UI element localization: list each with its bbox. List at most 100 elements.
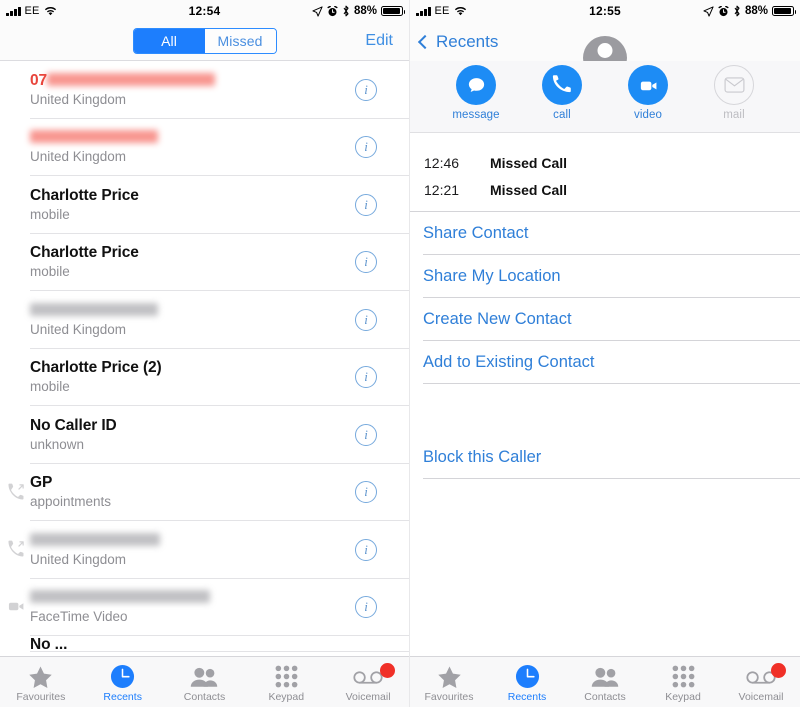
action-label: mail	[723, 109, 745, 121]
recent-call-title	[30, 588, 355, 607]
recent-call-row[interactable]: Charlotte Price mobile i	[0, 176, 409, 234]
recent-call-title: 07	[30, 71, 355, 90]
tab-label: Favourites	[16, 690, 66, 703]
recent-call-text: United Kingdom	[30, 301, 355, 339]
recent-call-text: United Kingdom	[30, 531, 355, 569]
recent-call-row[interactable]: United Kingdom i	[0, 521, 409, 579]
info-circle-icon[interactable]: i	[355, 538, 377, 561]
recents-list-screen: EE 12:54 88% All Missed Edit 07 United K…	[0, 0, 410, 707]
recent-call-row[interactable]: No Caller ID unknown i	[0, 406, 409, 464]
action-label: call	[553, 109, 571, 121]
action-message[interactable]: message	[447, 65, 505, 121]
link-share-contact[interactable]: Share Contact	[410, 212, 800, 255]
tab-bar-right[interactable]: Favourites Recents Contacts Keypad Voicemail	[410, 656, 800, 707]
recent-call-title: No Caller ID	[30, 416, 117, 434]
tab-favourites[interactable]: Favourites	[410, 662, 488, 703]
tab-keypad[interactable]: Keypad	[644, 662, 722, 703]
info-circle-icon[interactable]: i	[355, 136, 377, 159]
action-mail: mail	[705, 65, 763, 121]
edit-button[interactable]: Edit	[365, 32, 393, 50]
recent-call-title: Charlotte Price	[30, 186, 139, 204]
tab-voicemail[interactable]: Voicemail	[327, 662, 409, 703]
redacted-number	[30, 532, 160, 546]
tab-missed[interactable]: Missed	[204, 29, 276, 53]
info-circle-icon[interactable]: i	[355, 78, 377, 101]
recent-call-subtitle: United Kingdom	[30, 91, 127, 107]
redacted-number	[47, 72, 216, 86]
filter-segmented-control[interactable]: All Missed	[132, 28, 277, 54]
recent-call-title: GP	[30, 474, 53, 492]
keypad-dots-icon	[245, 665, 327, 689]
redacted-number	[30, 590, 210, 604]
recent-call-subtitle: United Kingdom	[30, 321, 127, 337]
tab-all[interactable]: All	[133, 29, 205, 53]
video-camera-icon	[628, 65, 668, 105]
people-icon	[164, 665, 246, 689]
info-circle-icon[interactable]: i	[355, 308, 377, 331]
recent-call-row[interactable]: 07 United Kingdom i	[0, 61, 409, 119]
clock-left: 12:54	[188, 4, 221, 18]
facetime-video-icon	[8, 598, 26, 616]
tab-voicemail[interactable]: Voicemail	[722, 662, 800, 703]
recent-call-text: Charlotte Price mobile	[30, 186, 355, 224]
link-share-my-location[interactable]: Share My Location	[410, 255, 800, 298]
call-history-list: 12:46 Missed Call 12:21 Missed Call	[410, 133, 800, 211]
call-history-row: 12:21 Missed Call	[410, 176, 800, 203]
tab-label: Favourites	[424, 690, 474, 703]
recent-call-row-partial[interactable]: No ...	[0, 636, 409, 652]
info-circle-icon[interactable]: i	[355, 423, 377, 446]
star-icon	[410, 665, 488, 689]
contact-actions-list[interactable]: Share Contact Share My Location Create New…	[410, 212, 800, 479]
tab-label: Voicemail	[738, 690, 784, 703]
recent-call-subtitle: unknown	[30, 436, 85, 452]
recent-call-row[interactable]: FaceTime Video i	[0, 579, 409, 637]
recent-call-row[interactable]: Charlotte Price (2) mobile i	[0, 349, 409, 407]
recent-call-subtitle: appointments	[30, 494, 112, 510]
star-icon	[0, 665, 82, 689]
tab-recents[interactable]: Recents	[488, 662, 566, 703]
voicemail-icon	[722, 662, 800, 689]
tab-bar-left[interactable]: Favourites Recents Contacts Keypad Voicemail	[0, 656, 409, 707]
redacted-number	[30, 130, 158, 144]
message-bubble-icon	[456, 65, 496, 105]
recent-call-text: Charlotte Price mobile	[30, 243, 355, 281]
call-kind: Missed Call	[490, 154, 568, 171]
recent-call-text: 07 United Kingdom	[30, 71, 355, 109]
recent-call-row[interactable]: United Kingdom i	[0, 291, 409, 349]
back-to-recents-button[interactable]: Recents	[417, 32, 498, 52]
action-label: video	[634, 109, 662, 121]
link-add-to-existing-contact[interactable]: Add to Existing Contact	[410, 341, 800, 384]
tab-label: Keypad	[268, 690, 305, 703]
recent-call-title: Charlotte Price (2)	[30, 359, 162, 377]
people-icon	[566, 665, 644, 689]
info-circle-icon[interactable]: i	[355, 596, 377, 619]
recent-call-text: No ...	[30, 636, 409, 652]
link-create-new-contact[interactable]: Create New Contact	[410, 298, 800, 341]
recent-call-row[interactable]: Charlotte Price mobile i	[0, 234, 409, 292]
link-block-this-caller[interactable]: Block this Caller	[410, 436, 800, 479]
action-video[interactable]: video	[619, 65, 677, 121]
outgoing-call-icon	[8, 540, 26, 558]
voicemail-badge	[771, 662, 786, 678]
call-kind: Missed Call	[490, 181, 568, 198]
tab-contacts[interactable]: Contacts	[164, 662, 246, 703]
quick-actions-band: message call video mail	[410, 61, 800, 133]
tab-contacts[interactable]: Contacts	[566, 662, 644, 703]
redacted-number	[30, 302, 158, 316]
info-circle-icon[interactable]: i	[355, 366, 377, 389]
action-call[interactable]: call	[533, 65, 591, 121]
recent-call-row[interactable]: United Kingdom i	[0, 119, 409, 177]
recents-list[interactable]: 07 United Kingdom i United Kingdom i Charlott…	[0, 61, 409, 656]
recent-call-text: United Kingdom	[30, 128, 355, 166]
links-spacer	[410, 384, 800, 436]
tab-recents[interactable]: Recents	[82, 662, 164, 703]
info-circle-icon[interactable]: i	[355, 251, 377, 274]
clock-right: 12:55	[589, 4, 621, 18]
quick-actions-row[interactable]: message call video mail	[410, 61, 800, 121]
info-circle-icon[interactable]: i	[355, 193, 377, 216]
recent-call-title: No ...	[30, 636, 68, 652]
tab-favourites[interactable]: Favourites	[0, 662, 82, 703]
recent-call-row[interactable]: GP appointments i	[0, 464, 409, 522]
info-circle-icon[interactable]: i	[355, 481, 377, 504]
tab-keypad[interactable]: Keypad	[245, 662, 327, 703]
